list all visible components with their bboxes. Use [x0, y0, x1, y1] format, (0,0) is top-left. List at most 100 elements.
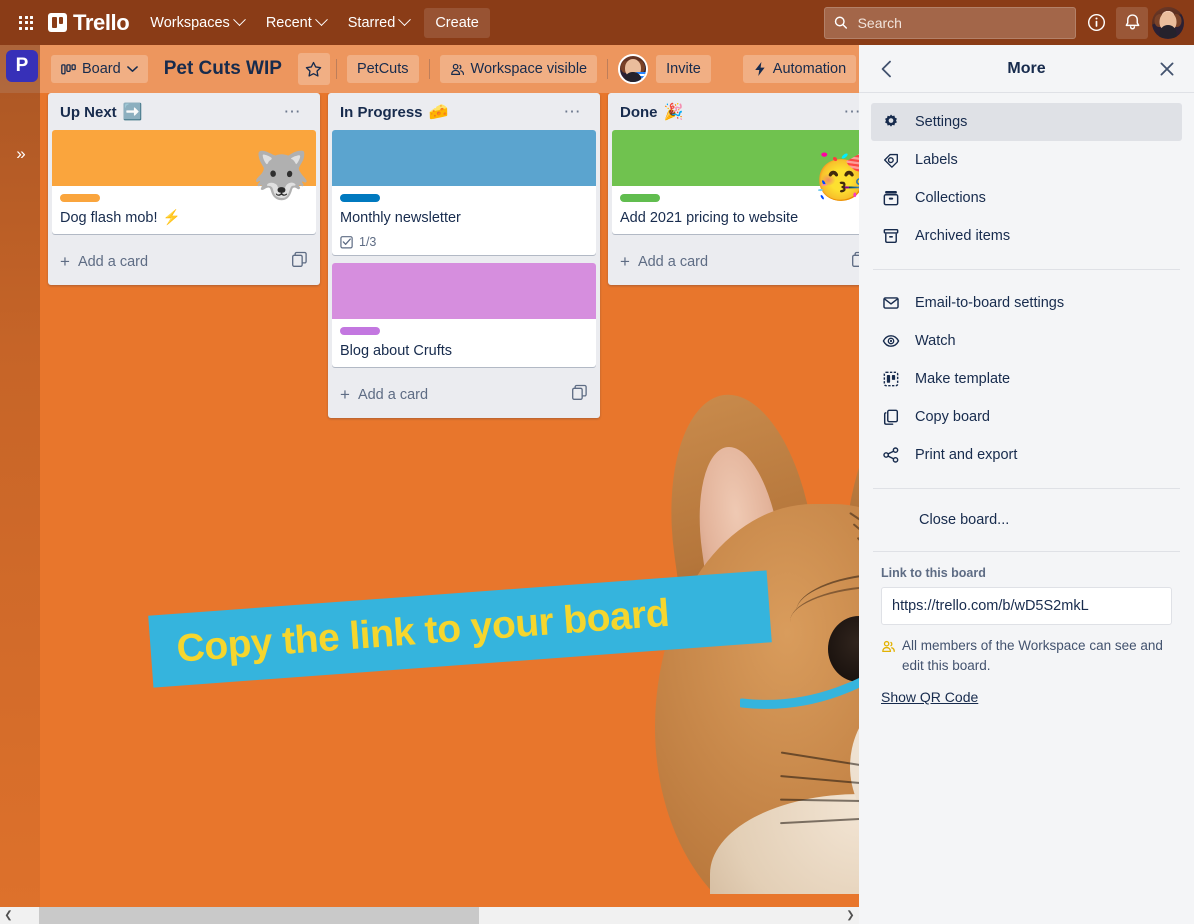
horizontal-scrollbar[interactable]: ❮ ❯ — [0, 907, 859, 924]
search-box[interactable] — [824, 6, 1076, 39]
list-done: Done 🎉 ⋯ 🥳 Add 2021 pricing to website +… — [608, 93, 880, 285]
card-title-emoji: ⚡ — [162, 210, 181, 226]
card-template-icon[interactable] — [291, 251, 308, 272]
list-in-progress: In Progress 🧀 ⋯ Monthly newsletter 1/3 B… — [328, 93, 600, 418]
create-button[interactable]: Create — [424, 7, 490, 38]
add-card-button[interactable]: + Add a card — [332, 375, 596, 414]
workspace-logo[interactable]: P — [6, 50, 38, 82]
sidebar-item-copy-board[interactable]: Copy board — [871, 398, 1182, 436]
automation-button[interactable]: Automation — [742, 55, 857, 83]
card-blog-about-crufts[interactable]: Blog about Crufts — [332, 263, 596, 367]
link-to-board-label: Link to this board — [881, 566, 986, 580]
envelope-icon — [881, 293, 901, 313]
add-card-button[interactable]: + Add a card — [52, 242, 316, 281]
list-title[interactable]: In Progress 🧀 — [340, 104, 448, 121]
member-avatar[interactable] — [618, 54, 649, 84]
list-actions-icon[interactable]: ⋯ — [278, 103, 309, 120]
search-input[interactable] — [855, 13, 1066, 32]
husky-sticker-icon: 🐺 — [252, 149, 310, 201]
scrollbar-track[interactable] — [17, 907, 842, 924]
sidebar-item-label: Email-to-board settings — [915, 295, 1065, 311]
add-card-button[interactable]: + Add a card — [612, 242, 876, 281]
close-icon[interactable] — [1152, 54, 1182, 84]
trello-logo[interactable]: Trello — [48, 9, 130, 36]
nav-starred-label: Starred — [347, 14, 396, 31]
nav-recent[interactable]: Recent — [255, 8, 337, 38]
list-emoji-cheese: 🧀 — [428, 103, 449, 121]
card-badges: 1/3 — [340, 235, 588, 249]
archive-box-icon — [881, 226, 901, 246]
info-circle-icon[interactable] — [1080, 7, 1112, 39]
card-title: Monthly newsletter — [340, 208, 588, 228]
sidebar-item-collections[interactable]: Collections — [871, 179, 1182, 217]
list-title[interactable]: Up Next ➡️ — [60, 104, 143, 121]
list-title-text: Done — [620, 104, 658, 121]
nav-workspaces[interactable]: Workspaces — [139, 8, 255, 38]
card-template-icon[interactable] — [571, 384, 588, 405]
board-title[interactable]: Pet Cuts WIP — [154, 52, 292, 86]
user-avatar[interactable] — [1152, 6, 1184, 39]
invite-button[interactable]: Invite — [656, 55, 711, 83]
card-dog-flash-mob[interactable]: 🐺 Dog flash mob! ⚡ — [52, 130, 316, 234]
trello-board-app: Trello Workspaces Recent Starred Create — [0, 0, 1194, 924]
sidebar-item-email-to-board-settings[interactable]: Email-to-board settings — [871, 284, 1182, 322]
chevron-down-icon — [314, 13, 328, 27]
card-label-chip[interactable] — [60, 194, 100, 202]
board-menu-sidebar: More Settings Labels Collections Archive… — [859, 45, 1194, 924]
sidebar-item-settings[interactable]: Settings — [871, 103, 1182, 141]
list-actions-icon[interactable]: ⋯ — [558, 103, 589, 120]
plus-icon: + — [60, 252, 70, 271]
sidebar-item-archived-items[interactable]: Archived items — [871, 217, 1182, 255]
sidebar-item-labels[interactable]: Labels — [871, 141, 1182, 179]
top-navigation-bar: Trello Workspaces Recent Starred Create — [0, 0, 1194, 45]
sidebar-item-watch[interactable]: Watch — [871, 322, 1182, 360]
card-body: Monthly newsletter 1/3 — [332, 186, 596, 255]
card-label-chip[interactable] — [340, 327, 380, 335]
chevron-left-icon[interactable] — [871, 54, 901, 84]
card-cover — [332, 263, 596, 319]
star-outline-icon[interactable] — [297, 53, 330, 85]
board-view-switcher[interactable]: Board — [51, 55, 148, 83]
sidebar-item-label: Archived items — [915, 228, 1011, 244]
chevron-down-icon — [232, 13, 246, 27]
checklist-icon — [340, 236, 353, 249]
card-body: Blog about Crufts — [332, 319, 596, 367]
workspace-name-button[interactable]: PetCuts — [346, 55, 419, 83]
close-board-button[interactable]: Close board... — [871, 503, 1182, 537]
notification-bell-icon[interactable] — [1116, 6, 1148, 39]
card-title-text: Blog about Crufts — [340, 343, 453, 359]
member-badge-icon — [635, 72, 647, 82]
collections-icon — [881, 188, 901, 208]
divider — [873, 488, 1180, 489]
card-add-2021-pricing[interactable]: 🥳 Add 2021 pricing to website — [612, 130, 876, 234]
sidebar-item-label: Settings — [915, 114, 968, 130]
plus-icon: + — [620, 252, 630, 271]
list-title[interactable]: Done 🎉 — [620, 104, 683, 121]
scrollbar-thumb[interactable] — [39, 907, 479, 924]
add-card-label: Add a card — [77, 253, 149, 270]
search-icon — [834, 16, 848, 29]
card-title-text: Add 2021 pricing to website — [620, 210, 799, 226]
nav-recent-label: Recent — [265, 14, 312, 31]
sidebar-item-print-and-export[interactable]: Print and export — [871, 436, 1182, 474]
sidebar-item-make-template[interactable]: Make template — [871, 360, 1182, 398]
card-title: Dog flash mob! ⚡ — [60, 208, 308, 228]
chevron-double-right-icon[interactable]: » — [8, 141, 34, 167]
board-view-label: Board — [82, 61, 121, 77]
nav-starred[interactable]: Starred — [337, 8, 421, 38]
brand-name: Trello — [73, 9, 130, 35]
card-label-chip[interactable] — [620, 194, 660, 202]
app-grid-icon[interactable] — [10, 7, 42, 39]
workspace-visible-icon — [882, 640, 895, 653]
card-monthly-newsletter[interactable]: Monthly newsletter 1/3 — [332, 130, 596, 255]
card-label-chip[interactable] — [340, 194, 380, 202]
nav-right-group — [824, 6, 1184, 39]
trello-mark-icon — [48, 13, 67, 32]
board-link-input[interactable] — [881, 587, 1172, 625]
divider — [335, 59, 337, 79]
scroll-right-icon[interactable]: ❯ — [842, 907, 859, 924]
show-qr-code-link[interactable]: Show QR Code — [881, 689, 978, 705]
scroll-left-icon[interactable]: ❮ — [0, 907, 17, 924]
board-visibility-button[interactable]: Workspace visible — [439, 55, 598, 83]
list-emoji-arrow-right: ➡️ — [122, 103, 143, 121]
